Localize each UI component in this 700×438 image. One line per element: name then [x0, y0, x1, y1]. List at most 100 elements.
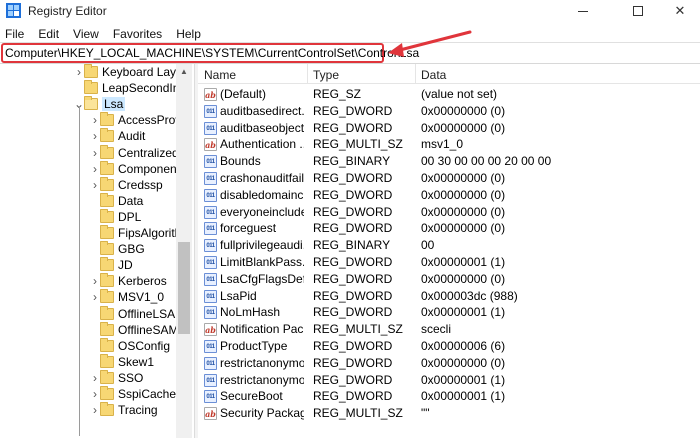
tree-item[interactable]: ⌄ Lsa	[74, 96, 126, 112]
table-row[interactable]: 011 forceguest REG_DWORD 0x00000000 (0)	[198, 220, 700, 237]
column-header-data[interactable]: Data	[421, 68, 446, 82]
value-data: 0x00000000 (0)	[421, 120, 506, 135]
table-row[interactable]: 011restrictanonymo... REG_DWORD 0x00000001…	[198, 372, 700, 389]
binary-value-icon: 011	[204, 222, 217, 236]
binary-value-icon: 011	[204, 155, 217, 169]
table-row[interactable]: 011 crashonauditfail REG_DWORD 0x00000000 (…	[198, 170, 700, 187]
chevron-right-icon[interactable]: ›	[90, 112, 100, 128]
column-header-type[interactable]: Type	[313, 68, 339, 82]
table-row[interactable]: 011 fullprivilegeaudi... REG_BINARY 00	[198, 237, 700, 254]
value-type: REG_MULTI_SZ	[313, 137, 403, 152]
binary-value-icon: 011	[204, 239, 217, 253]
menu-favorites[interactable]: Favorites	[106, 26, 169, 42]
tree-item[interactable]: › SspiCache	[90, 386, 176, 402]
table-row[interactable]: ab (Default) REG_SZ (value not set)	[198, 86, 700, 103]
tree-item[interactable]: GBG	[90, 241, 145, 257]
menu-file[interactable]: File	[0, 26, 31, 42]
tree-item[interactable]: › AccessProvi	[90, 112, 184, 128]
chevron-right-icon[interactable]: ›	[90, 289, 100, 305]
value-name: fullprivilegeaudi...	[220, 238, 304, 253]
key-tree[interactable]: › Keyboard Layo LeapSecondInf ⌄ Lsa › AccessPr…	[0, 64, 192, 438]
tree-item[interactable]: LeapSecondInf	[74, 80, 183, 96]
tree-item[interactable]: › Keyboard Layo	[74, 64, 183, 80]
tree-item[interactable]: JD	[90, 257, 133, 273]
folder-icon	[100, 241, 114, 256]
menu-view[interactable]: View	[66, 26, 106, 42]
table-row[interactable]: ab Authentication ... REG_MULTI_SZ msv1_0	[198, 136, 700, 153]
tree-item-label: SSO	[118, 370, 144, 385]
tree-item-label: Data	[118, 193, 144, 208]
tree-item-label: DPL	[118, 209, 142, 224]
tree-item[interactable]: FipsAlgorith	[90, 225, 181, 241]
chevron-right-icon[interactable]: ›	[90, 402, 100, 418]
minimize-button[interactable]	[560, 0, 606, 22]
value-type: REG_DWORD	[313, 171, 393, 185]
scrollbar-thumb[interactable]	[178, 242, 190, 334]
scroll-up-icon[interactable]: ▲	[176, 64, 192, 78]
menu-help[interactable]: Help	[169, 26, 208, 42]
table-row[interactable]: 011restrictanonymo... REG_DWORD 0x00000000…	[198, 355, 700, 372]
column-divider[interactable]	[307, 64, 308, 84]
menu-edit[interactable]: Edit	[31, 26, 66, 42]
tree-item-label: Kerberos	[118, 274, 167, 289]
tree-scrollbar[interactable]: ▲	[176, 64, 192, 438]
tree-item[interactable]: OfflineSAM	[90, 321, 178, 338]
tree-item[interactable]: Data	[90, 192, 144, 209]
table-row[interactable]: 011disabledomainc... REG_DWORD 0x00000000 …	[198, 187, 700, 204]
tree-item[interactable]: › CentralizedA	[90, 144, 187, 161]
tree-item[interactable]: › Audit	[90, 128, 145, 144]
column-header-name[interactable]: Name	[204, 68, 236, 82]
tree-item[interactable]: › SSO	[90, 369, 144, 386]
value-name: NoLmHash	[220, 305, 281, 320]
value-data: 0x00000006 (6)	[421, 339, 506, 353]
address-bar[interactable]: Computer\HKEY_LOCAL_MACHINE\SYSTEM\Curre…	[0, 42, 700, 64]
tree-item[interactable]: › Credssp	[90, 176, 163, 193]
table-row[interactable]: 011 auditbaseobjects REG_DWORD 0x00000000 (…	[198, 120, 700, 137]
table-row[interactable]: 011everyoneinclude... REG_DWORD 0x00000000…	[198, 204, 700, 221]
tree-item-label: Keyboard Layo	[102, 65, 183, 79]
maximize-button[interactable]	[615, 0, 661, 22]
values-list[interactable]: Name Type Data ab (Default) REG_SZ (value n…	[198, 64, 700, 438]
table-row[interactable]: 011LsaCfgFlagsDefa... REG_DWORD 0x00000000…	[198, 271, 700, 288]
chevron-right-icon[interactable]: ›	[74, 64, 84, 80]
tree-item[interactable]: DPL	[90, 208, 142, 225]
tree-guide-line	[79, 106, 80, 436]
value-name: ProductType	[220, 339, 288, 353]
table-row[interactable]: 011 ProductType REG_DWORD 0x00000006 (6)	[198, 338, 700, 355]
table-row[interactable]: 011 LsaPid REG_DWORD 0x000003dc (988)	[198, 288, 700, 305]
table-row[interactable]: 011 LimitBlankPass... REG_DWORD 0x00000001 …	[198, 254, 700, 271]
tree-item[interactable]: OSConfig	[90, 337, 170, 354]
tree-item[interactable]: › Tracing	[90, 402, 158, 418]
binary-value-icon: 011	[204, 289, 217, 303]
table-row[interactable]: 011 NoLmHash REG_DWORD 0x00000001 (1)	[198, 304, 700, 321]
chevron-right-icon[interactable]: ›	[90, 161, 100, 177]
value-data: 0x00000001 (1)	[421, 389, 506, 404]
tree-item[interactable]: OfflineLSA	[90, 305, 175, 322]
table-row[interactable]: 011 auditbasedirect... REG_DWORD 0x00000000…	[198, 103, 700, 120]
folder-icon	[100, 208, 114, 223]
table-row[interactable]: 011 Bounds REG_BINARY 00 30 00 00 00 20 00 …	[198, 153, 700, 170]
chevron-right-icon[interactable]: ›	[90, 145, 100, 161]
value-type: REG_DWORD	[313, 372, 393, 387]
minimize-icon	[578, 10, 588, 12]
chevron-right-icon[interactable]: ›	[90, 386, 100, 402]
close-button[interactable]: ✕	[660, 0, 700, 22]
tree-item[interactable]: Skew1	[90, 353, 154, 370]
table-row[interactable]: abNotification Pac... REG_MULTI_SZ scecli	[198, 321, 700, 338]
chevron-right-icon[interactable]: ›	[90, 177, 100, 193]
table-row[interactable]: 011 SecureBoot REG_DWORD 0x00000001 (1)	[198, 388, 700, 405]
tree-item[interactable]: › MSV1_0	[90, 289, 164, 305]
chevron-right-icon[interactable]: ›	[90, 273, 100, 289]
tree-item[interactable]: › Component	[90, 160, 180, 177]
binary-value-icon: 011	[204, 340, 217, 353]
value-name: auditbasedirect...	[220, 103, 304, 118]
value-name: auditbaseobjects	[220, 120, 304, 135]
address-path[interactable]: Computer\HKEY_LOCAL_MACHINE\SYSTEM\Curre…	[5, 46, 419, 60]
table-row[interactable]: abSecurity Packages REG_MULTI_SZ ""	[198, 405, 700, 422]
tree-item[interactable]: › Kerberos	[90, 273, 167, 289]
column-divider[interactable]	[415, 64, 416, 84]
chevron-right-icon[interactable]: ›	[90, 128, 100, 144]
chevron-right-icon[interactable]: ›	[90, 370, 100, 386]
